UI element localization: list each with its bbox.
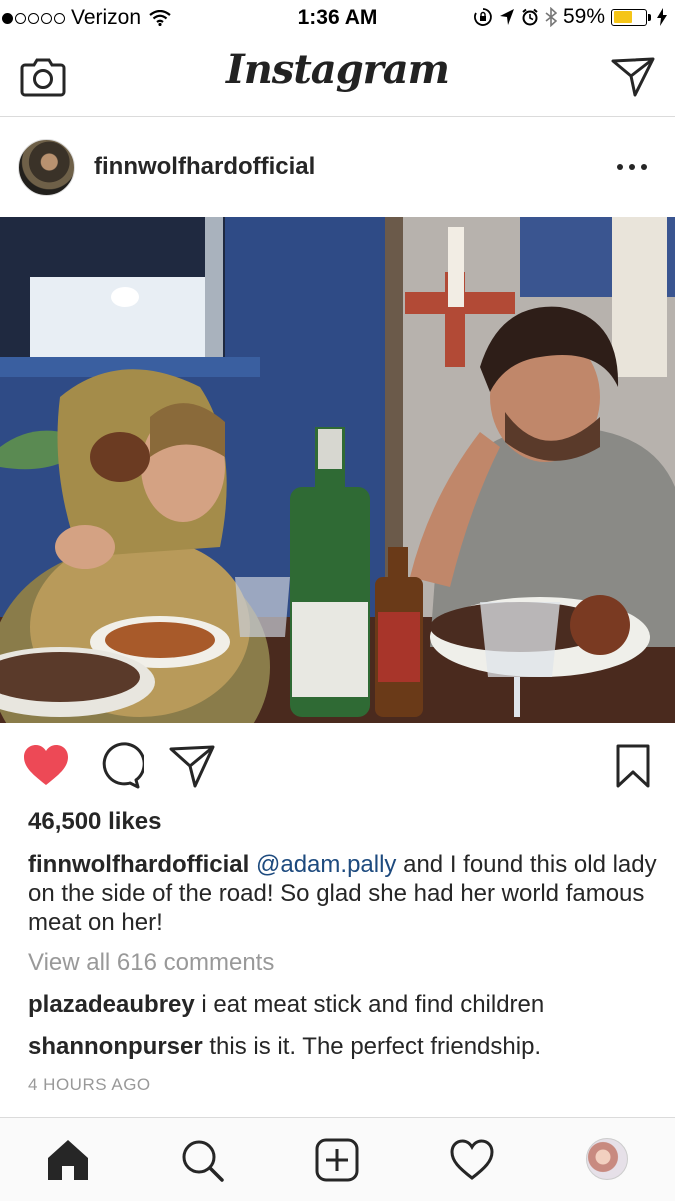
search-icon[interactable] (178, 1136, 226, 1184)
comment-username[interactable]: plazadeaubrey (28, 991, 195, 1018)
more-options-icon[interactable] (617, 155, 647, 179)
like-heart-icon[interactable] (22, 742, 70, 790)
bookmark-icon[interactable] (609, 742, 657, 790)
battery-percent: 59% (562, 5, 605, 28)
status-right: 59% (473, 5, 667, 29)
comment-bubble-icon[interactable] (96, 742, 144, 790)
alarm-icon (522, 8, 538, 26)
caption-mention[interactable]: @adam.pally (256, 851, 396, 878)
bottom-tab-bar (0, 1117, 675, 1201)
comment-item: shannonpurser this is it. The perfect fr… (28, 1033, 541, 1061)
battery-icon (611, 8, 647, 26)
post-photo-illustration (0, 217, 675, 723)
post-photo[interactable] (0, 217, 675, 723)
charging-bolt-icon (657, 8, 667, 26)
rotation-lock-icon (474, 8, 492, 26)
comment-text: i eat meat stick and find children (194, 991, 545, 1018)
comment-text: this is it. The perfect friendship. (202, 1033, 542, 1060)
comment-username[interactable]: shannonpurser (28, 1033, 203, 1060)
top-nav-bar: Instagram (0, 36, 675, 117)
caption-username[interactable]: finnwolfhardofficial (28, 851, 249, 878)
profile-avatar[interactable] (586, 1138, 628, 1180)
location-icon (499, 9, 514, 25)
activity-heart-icon[interactable] (448, 1136, 496, 1184)
post-header: finnwolfhardofficial (0, 117, 675, 217)
status-bar: Verizon 1:36 AM 59% (0, 0, 675, 36)
view-all-comments-link[interactable]: View all 616 comments (28, 949, 274, 977)
home-icon[interactable] (44, 1136, 92, 1184)
bluetooth-icon (545, 7, 557, 27)
post-actions (0, 736, 675, 796)
likes-count[interactable]: 46,500 likes (28, 808, 161, 836)
instagram-logo: Instagram (226, 46, 450, 93)
paper-plane-icon[interactable] (611, 55, 655, 97)
comment-item: plazadeaubrey i eat meat stick and find … (28, 991, 544, 1019)
post-timestamp: 4 HOURS AGO (28, 1075, 151, 1094)
add-post-icon[interactable] (313, 1136, 361, 1184)
post-author-username[interactable]: finnwolfhardofficial (94, 153, 315, 181)
share-paper-plane-icon[interactable] (168, 742, 216, 790)
post-author-avatar[interactable] (18, 139, 75, 196)
post-caption: finnwolfhardofficial @adam.pally and I f… (28, 850, 658, 937)
